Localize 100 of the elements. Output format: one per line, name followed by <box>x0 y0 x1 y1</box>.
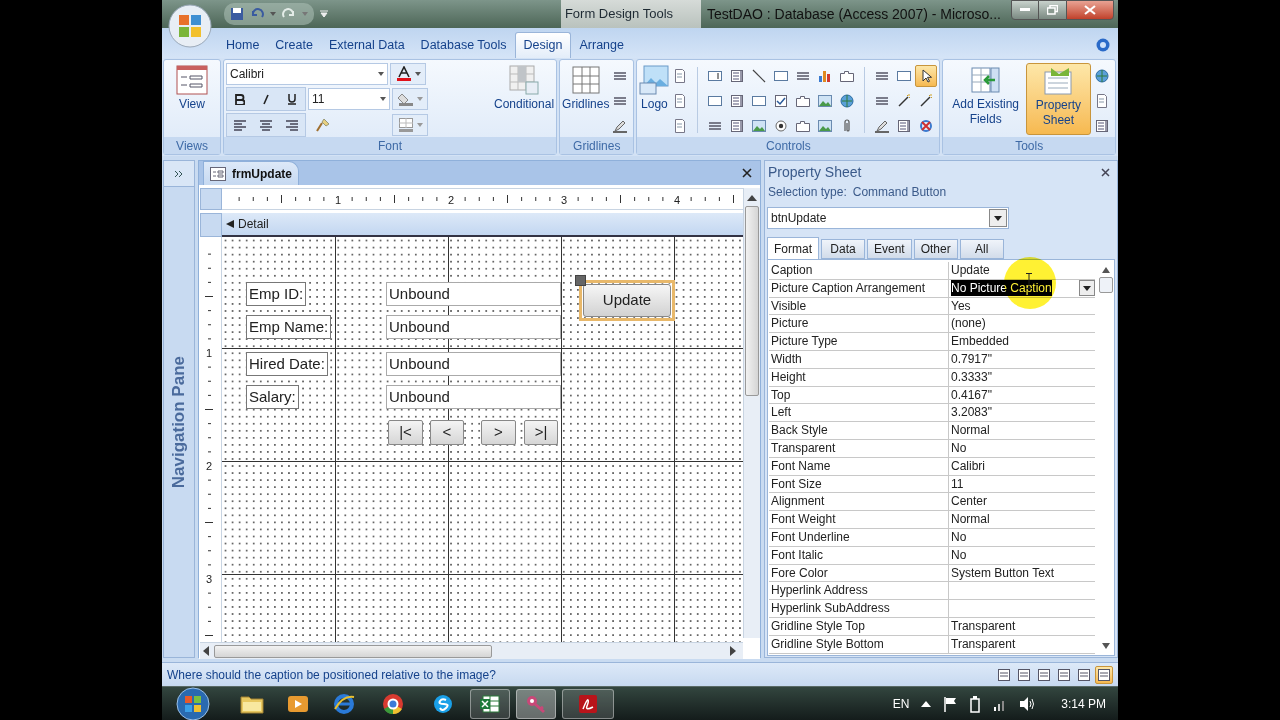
form-label[interactable]: Salary: <box>246 385 299 409</box>
view-switch-button[interactable] <box>1095 665 1113 684</box>
show-hidden-icons-icon[interactable] <box>921 700 932 707</box>
radio-button-icon[interactable] <box>773 118 790 134</box>
pen-icon[interactable] <box>612 118 629 134</box>
property-name[interactable]: Gridline Style Top <box>769 617 949 635</box>
list-icon[interactable] <box>729 93 746 109</box>
select-tool[interactable] <box>915 65 938 87</box>
property-name[interactable]: Hyperlink SubAddress <box>769 600 949 617</box>
property-value[interactable]: 11 <box>949 475 1095 493</box>
globe-icon[interactable] <box>1094 68 1110 84</box>
property-name[interactable]: Top <box>769 386 949 404</box>
property-value[interactable]: (none) <box>949 315 1095 333</box>
form-text-box[interactable]: Unbound <box>386 352 561 376</box>
form-text-box[interactable]: Unbound <box>386 385 561 409</box>
list-icon[interactable] <box>729 118 746 134</box>
pen-icon[interactable] <box>874 118 891 134</box>
property-value[interactable]: No <box>949 439 1095 457</box>
form-label[interactable]: Emp ID: <box>246 282 307 306</box>
language-indicator[interactable]: EN <box>892 694 910 713</box>
property-name[interactable]: Transparent <box>769 439 949 457</box>
rectangle-icon[interactable] <box>896 68 913 84</box>
property-value[interactable]: 0.4167" <box>949 386 1095 404</box>
fill-color-button[interactable] <box>392 88 428 110</box>
rectangle-icon[interactable] <box>751 93 768 109</box>
ribbon-tab[interactable]: Design <box>514 32 572 58</box>
scrollbar-thumb[interactable] <box>214 644 492 658</box>
property-value[interactable]: 0.3333" <box>949 368 1095 386</box>
property-value[interactable]: Embedded <box>949 333 1095 350</box>
dropdown-arrow-icon[interactable] <box>270 12 276 16</box>
property-value[interactable]: Calibri <box>949 457 1095 475</box>
property-name[interactable]: Width <box>769 351 949 368</box>
minimize-button[interactable] <box>1011 0 1039 20</box>
property-value[interactable]: Transparent <box>949 635 1095 653</box>
scroll-up-icon[interactable] <box>747 194 757 202</box>
property-value[interactable]: Center <box>949 493 1095 511</box>
ribbon-tab[interactable]: Database Tools <box>412 32 515 58</box>
property-value[interactable]: System Button Text <box>949 564 1095 582</box>
design-canvas[interactable]: Emp ID: Unbound Emp Name: Unbound Hired Date: Unbound Salary: Unbound |< < > >| Update <box>222 237 743 642</box>
list-icon[interactable] <box>1094 118 1110 134</box>
wand-icon[interactable] <box>896 93 913 109</box>
scrollbar-thumb[interactable] <box>1098 277 1113 293</box>
add-existing-fields-button[interactable]: Add Existing Fields <box>945 63 1026 135</box>
update-button[interactable]: Update <box>583 284 671 317</box>
maximize-button[interactable] <box>1039 0 1066 20</box>
image-icon[interactable] <box>817 118 834 134</box>
navigation-button[interactable]: > <box>481 420 516 445</box>
navigation-button[interactable]: |< <box>388 420 423 445</box>
ribbon-tab[interactable]: External Data <box>320 32 413 58</box>
detail-section-bar[interactable]: Detail <box>222 213 743 237</box>
property-name[interactable]: Visible <box>769 297 949 315</box>
text-box-icon[interactable] <box>707 68 724 84</box>
tabbed-frame-icon[interactable] <box>795 93 812 109</box>
checkbox-icon[interactable] <box>773 93 790 109</box>
property-tab[interactable]: Other <box>913 239 958 259</box>
property-name[interactable]: Fore Color <box>769 564 949 582</box>
list-icon[interactable] <box>729 68 746 84</box>
ribbon-tab[interactable]: Arrange <box>571 32 632 58</box>
property-name[interactable]: Picture Type <box>769 333 949 350</box>
image-icon[interactable] <box>817 93 834 109</box>
view-button[interactable]: View <box>166 63 218 135</box>
gridlines-button[interactable]: Gridlines <box>562 63 610 135</box>
scroll-up-icon[interactable] <box>1101 267 1110 273</box>
property-value[interactable]: Yes <box>949 297 1095 315</box>
property-name[interactable]: Left <box>769 404 949 422</box>
battery-plug-icon[interactable] <box>969 694 982 713</box>
font-size-field[interactable]: 11 <box>308 88 390 110</box>
taskbar-app-button[interactable] <box>470 688 510 719</box>
rectangle-icon[interactable] <box>773 68 790 84</box>
property-value[interactable]: Normal <box>949 511 1095 528</box>
gridline-color-button[interactable] <box>392 114 428 136</box>
property-tab[interactable]: Event <box>867 239 912 259</box>
move-handle[interactable] <box>575 275 586 286</box>
wand-icon[interactable] <box>918 93 935 109</box>
ribbon-tab[interactable]: Create <box>267 32 321 58</box>
speaker-icon[interactable] <box>1019 695 1036 712</box>
page-icon[interactable] <box>1094 93 1110 109</box>
navigation-button[interactable]: < <box>430 420 464 445</box>
flag-icon[interactable] <box>943 695 958 712</box>
navigation-button[interactable]: >| <box>524 420 558 445</box>
property-name[interactable]: Height <box>769 368 949 386</box>
property-value[interactable]: 0.7917" <box>949 351 1095 368</box>
property-value[interactable]: Transparent <box>949 617 1095 635</box>
font-name-field[interactable]: Calibri <box>226 63 388 85</box>
property-value[interactable]: Normal <box>949 422 1095 439</box>
save-icon[interactable] <box>230 7 244 21</box>
object-selector[interactable]: btnUpdate <box>767 207 1009 229</box>
property-tab[interactable]: Format <box>767 237 819 259</box>
property-name[interactable]: Font Size <box>769 475 949 493</box>
format-painter-icon[interactable] <box>315 117 331 133</box>
form-text-box[interactable]: Unbound <box>386 315 561 339</box>
property-value[interactable]: Update <box>949 262 1095 279</box>
clock[interactable]: 3:14 PM <box>1061 694 1106 713</box>
scrollbar-thumb[interactable] <box>745 206 759 396</box>
form-label[interactable]: Hired Date: <box>246 352 328 376</box>
list-icon[interactable] <box>896 118 913 134</box>
help-icon[interactable] <box>1096 38 1110 52</box>
document-tab[interactable]: frmUpdate <box>203 161 299 185</box>
property-name[interactable]: Gridline Style Bottom <box>769 635 949 653</box>
scroll-down-icon[interactable] <box>1101 643 1110 649</box>
